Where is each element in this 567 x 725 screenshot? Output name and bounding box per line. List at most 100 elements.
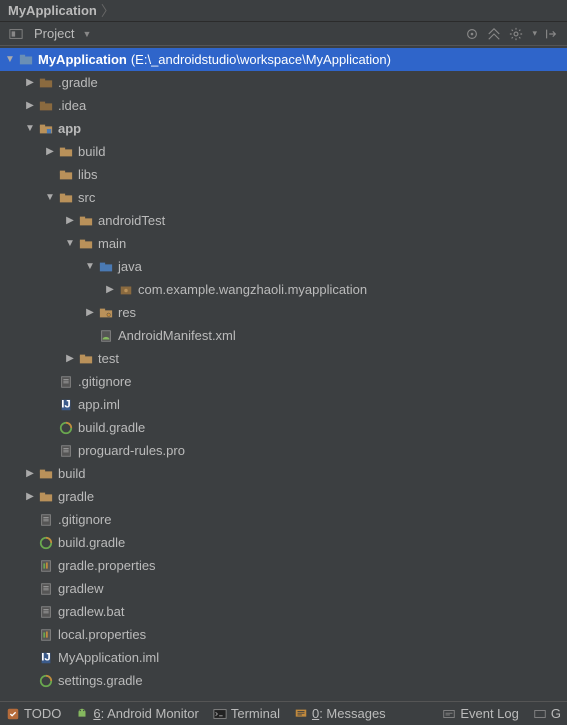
settings-icon[interactable] (508, 26, 524, 42)
tree-row[interactable]: ▼ java (0, 255, 567, 278)
project-view-icon (8, 26, 24, 42)
project-view-dropdown[interactable]: ▼ (82, 29, 91, 39)
tree-node-label: build (78, 144, 105, 159)
file-icon (38, 604, 54, 620)
folder-icon (78, 236, 94, 252)
tree-row[interactable]: ▶build.gradle (0, 416, 567, 439)
expand-arrow[interactable]: ▼ (24, 123, 36, 134)
project-root-icon (18, 52, 34, 68)
tree-row[interactable]: ▶res (0, 301, 567, 324)
tree-row[interactable]: ▶.gradle (0, 71, 567, 94)
expand-arrow[interactable]: ▶ (24, 468, 36, 479)
expand-arrow[interactable]: ▼ (84, 261, 96, 272)
tree-row[interactable]: ▶.gitignore (0, 370, 567, 393)
tree-row[interactable]: ▶gradle.properties (0, 554, 567, 577)
tree-row[interactable]: ▶build (0, 462, 567, 485)
folder-icon (38, 466, 54, 482)
tree-row[interactable]: ▶libs (0, 163, 567, 186)
tree-root-path: (E:\_androidstudio\workspace\MyApplicati… (131, 52, 391, 67)
expand-arrow[interactable]: ▶ (64, 353, 76, 364)
expand-arrow[interactable]: ▼ (64, 238, 76, 249)
expand-arrow[interactable]: ▼ (44, 192, 56, 203)
status-android-monitor[interactable]: 6: Android Monitor (75, 706, 199, 721)
target-icon[interactable] (464, 26, 480, 42)
tree-node-label: main (98, 236, 126, 251)
tree-row[interactable]: ▶test (0, 347, 567, 370)
tree-node-label: .idea (58, 98, 86, 113)
folder-resource-icon (98, 305, 114, 321)
folder-config-icon (38, 75, 54, 91)
tree-node-label: gradlew (58, 581, 104, 596)
tree-row[interactable]: ▶ build (0, 140, 567, 163)
tree-root-row[interactable]: ▼ MyApplication (E:\_androidstudio\works… (0, 48, 567, 71)
status-event-log[interactable]: Event Log (442, 706, 519, 721)
package-icon (118, 282, 134, 298)
properties-icon (38, 627, 54, 643)
tree-row[interactable]: ▶gradlew (0, 577, 567, 600)
folder-config-icon (38, 98, 54, 114)
folder-icon (58, 190, 74, 206)
tree-node-label: gradle.properties (58, 558, 156, 573)
svg-text:IJ: IJ (61, 398, 70, 410)
tree-row[interactable]: ▶com.example.wangzhaoli.myapplication (0, 278, 567, 301)
tree-row[interactable]: ▶gradle (0, 485, 567, 508)
tree-node-label: src (78, 190, 95, 205)
expand-arrow[interactable]: ▶ (104, 284, 116, 295)
breadcrumb-separator: 〉 (101, 1, 115, 21)
status-android-monitor-label: : Android Monitor (101, 706, 199, 721)
hide-icon[interactable] (543, 26, 559, 42)
status-terminal-label: Terminal (231, 706, 280, 721)
tree-row[interactable]: ▶ androidTest (0, 209, 567, 232)
expand-arrow[interactable]: ▶ (84, 307, 96, 318)
status-todo-label: TODO (24, 706, 61, 721)
folder-source-icon (98, 259, 114, 275)
tree-node-label: androidTest (98, 213, 165, 228)
properties-icon (38, 558, 54, 574)
folder-icon (58, 167, 74, 183)
expand-arrow[interactable]: ▼ (4, 54, 16, 65)
tree-row[interactable]: ▼ main (0, 232, 567, 255)
collapse-all-icon[interactable] (486, 26, 502, 42)
status-messages[interactable]: 0: Messages (294, 706, 386, 721)
tree-row[interactable]: ▼ src (0, 186, 567, 209)
tree-row[interactable]: ▶ .idea (0, 94, 567, 117)
tree-node-label: .gitignore (58, 512, 111, 527)
file-icon (58, 443, 74, 459)
tree-row[interactable]: ▶IJMyApplication.iml (0, 646, 567, 669)
expand-arrow[interactable]: ▶ (24, 77, 36, 88)
tree-row[interactable]: ▶proguard-rules.pro (0, 439, 567, 462)
status-todo[interactable]: TODO (6, 706, 61, 721)
expand-arrow[interactable]: ▶ (24, 491, 36, 502)
expand-arrow[interactable]: ▶ (44, 146, 56, 157)
status-terminal[interactable]: Terminal (213, 706, 280, 721)
breadcrumb-root[interactable]: MyApplication (4, 3, 101, 18)
tree-node-label: app.iml (78, 397, 120, 412)
tree-node-label: libs (78, 167, 98, 182)
tree-row[interactable]: ▶IJapp.iml (0, 393, 567, 416)
expand-arrow[interactable]: ▶ (64, 215, 76, 226)
tree-row[interactable]: ▶local.properties (0, 623, 567, 646)
project-view-label[interactable]: Project (34, 26, 74, 41)
gradle-icon (38, 535, 54, 551)
tree-node-label: MyApplication.iml (58, 650, 159, 665)
status-bar: TODO 6: Android Monitor Terminal 0: Mess… (0, 701, 567, 725)
tree-row[interactable]: ▶gradlew.bat (0, 600, 567, 623)
tree-row[interactable]: ▶settings.gradle (0, 669, 567, 692)
status-event-log-label: Event Log (460, 706, 519, 721)
xml-manifest-icon (98, 328, 114, 344)
expand-arrow[interactable]: ▶ (24, 100, 36, 111)
file-icon (58, 374, 74, 390)
tree-row[interactable]: ▼app (0, 117, 567, 140)
status-android-monitor-num: 6 (93, 706, 100, 721)
tree-row[interactable]: ▶.gitignore (0, 508, 567, 531)
status-messages-label: : Messages (319, 706, 385, 721)
settings-dropdown[interactable]: ▾ (532, 28, 537, 39)
project-tree[interactable]: ▼ MyApplication (E:\_androidstudio\works… (0, 46, 567, 701)
status-gradle-console[interactable]: G (533, 706, 561, 721)
folder-icon (58, 144, 74, 160)
breadcrumb-bar: MyApplication 〉 (0, 0, 567, 22)
file-icon (38, 512, 54, 528)
tree-node-label: java (118, 259, 142, 274)
tree-row[interactable]: ▶build.gradle (0, 531, 567, 554)
tree-row[interactable]: ▶AndroidManifest.xml (0, 324, 567, 347)
